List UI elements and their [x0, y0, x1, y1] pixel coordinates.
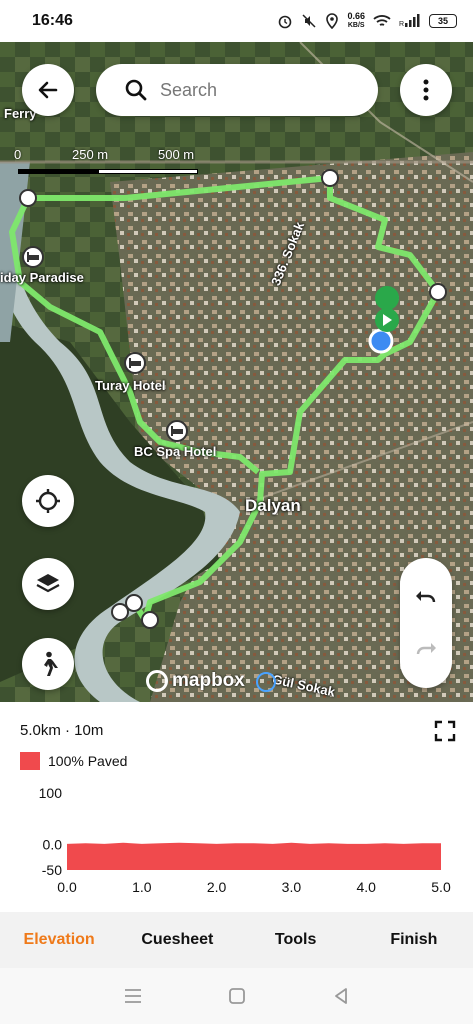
search-icon: [125, 79, 147, 101]
map-label-turay-hotel: Turay Hotel: [95, 378, 166, 393]
wifi-icon: [373, 15, 391, 26]
scale-bar: [18, 169, 198, 174]
tab-cuesheet[interactable]: Cuesheet: [118, 931, 236, 949]
hotel-icon[interactable]: [22, 246, 44, 268]
location-icon: [326, 13, 339, 29]
route-distance-time: 5.0km · 10m: [20, 722, 104, 739]
undo-redo-group: [400, 558, 452, 688]
system-navbar: [0, 968, 473, 1024]
redo-button[interactable]: [400, 624, 452, 676]
x-tick-label: 5.0: [431, 879, 451, 895]
undo-icon: [416, 591, 436, 603]
x-tick-label: 4.0: [356, 879, 376, 895]
back-arrow-icon: [38, 81, 58, 99]
battery-level: 35: [437, 16, 448, 26]
status-icons: 0.66 KB/S R 35: [277, 12, 457, 30]
surface-legend: 100% Paved: [20, 752, 127, 770]
elevation-panel: 5.0km · 10m 100% Paved 100 0.0 -50 0.0 1.0 2.…: [0, 702, 473, 912]
search-placeholder: Search: [160, 79, 218, 100]
y-tick-label: 100: [39, 785, 63, 801]
tab-finish[interactable]: Finish: [355, 931, 473, 949]
x-tick-label: 2.0: [207, 879, 227, 895]
scale-label-500: 500 m: [158, 147, 195, 162]
home-icon[interactable]: [228, 987, 246, 1005]
app-root: 16:46 0.66 KB/S R 35 0 250 m 500 m Ferry…: [0, 0, 473, 1024]
mapbox-attribution: mapbox: [172, 670, 245, 691]
back-nav-icon[interactable]: [332, 987, 350, 1005]
info-icon[interactable]: [256, 672, 276, 692]
layers-icon: [36, 574, 60, 593]
status-time: 16:46: [32, 12, 73, 29]
walking-icon: [44, 651, 58, 676]
map-label-dalyan: Dalyan: [245, 496, 301, 515]
back-button[interactable]: [22, 64, 74, 116]
scale-label-250: 250 m: [72, 147, 109, 162]
svg-text:R: R: [399, 21, 404, 28]
elevation-area: [67, 842, 441, 870]
search-input[interactable]: Search: [96, 64, 378, 116]
map-view[interactable]: 0 250 m 500 m Ferry iday Paradise Turay …: [0, 42, 473, 702]
hotel-icon[interactable]: [124, 352, 146, 374]
scale-label-0: 0: [14, 147, 22, 162]
status-bar: 16:46 0.66 KB/S R 35: [0, 0, 473, 42]
map-label-bc-spa-hotel: BC Spa Hotel: [134, 444, 217, 459]
undo-button[interactable]: [400, 572, 452, 624]
elevation-chart[interactable]: 1000.0-500.0 1.0 2.0 3.0 4.0 5.0: [0, 782, 473, 912]
tab-elevation[interactable]: Elevation: [0, 931, 118, 949]
mute-icon: [302, 14, 316, 28]
fullscreen-icon[interactable]: [434, 720, 456, 742]
menu-icon[interactable]: [123, 988, 143, 1004]
more-vertical-icon: [423, 79, 429, 101]
x-tick-label: 1.0: [132, 879, 152, 895]
mapbox-logo-icon: [146, 670, 168, 692]
speed-value: 0.66: [347, 11, 365, 21]
map-layers-button[interactable]: [22, 558, 74, 610]
redo-icon: [416, 643, 436, 655]
legend-swatch: [20, 752, 40, 770]
network-speed: 0.66 KB/S: [347, 12, 365, 30]
map-label-holiday-paradise: iday Paradise: [0, 270, 84, 285]
mapbox-logo: mapbox: [146, 670, 245, 692]
bottom-tabbar: Elevation Cuesheet Tools Finish: [0, 912, 473, 968]
tab-tools[interactable]: Tools: [237, 931, 355, 949]
battery-icon: 35: [429, 14, 457, 28]
legend-label: 100% Paved: [48, 753, 128, 769]
travel-mode-button[interactable]: [22, 638, 74, 690]
x-tick-label: 0.0: [57, 879, 77, 895]
speed-unit: KB/S: [347, 22, 365, 29]
locate-me-button[interactable]: [22, 475, 74, 527]
x-tick-label: 3.0: [282, 879, 302, 895]
crosshair-icon: [36, 489, 60, 513]
y-tick-label: 0.0: [43, 836, 63, 852]
y-tick-label: -50: [42, 862, 62, 878]
signal-icon: R: [399, 14, 420, 28]
alarm-icon: [279, 15, 292, 29]
hotel-icon[interactable]: [166, 420, 188, 442]
more-options-button[interactable]: [400, 64, 452, 116]
